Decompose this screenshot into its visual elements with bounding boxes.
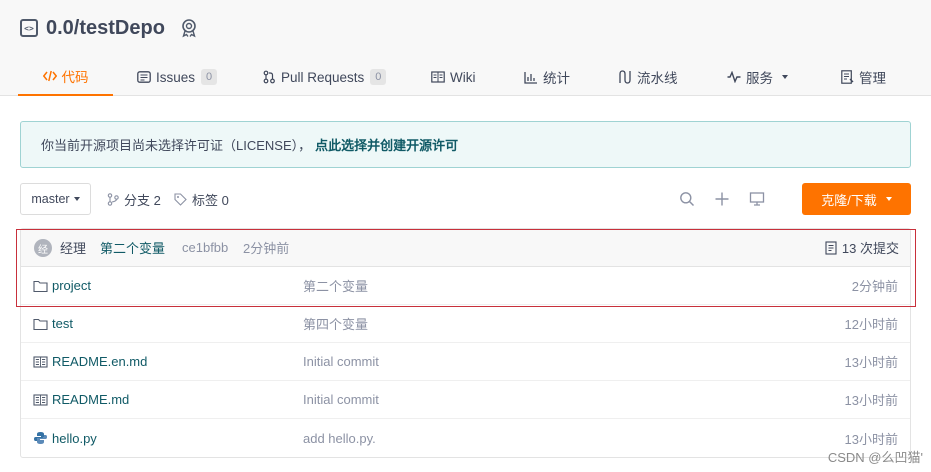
markdown-file-icon [33, 356, 48, 368]
folder-icon [33, 280, 48, 293]
wiki-icon [431, 70, 445, 84]
repo-title: <> 0.0/testDepo [20, 14, 199, 42]
file-time: 13小时前 [844, 355, 898, 370]
search-icon[interactable] [679, 191, 695, 207]
file-name[interactable]: project [52, 278, 91, 293]
create-license-link[interactable]: 点此选择并创建开源许可 [315, 135, 458, 154]
watermark: CSDN @么凹猫' [827, 450, 923, 465]
license-notice: 你当前开源项目尚未选择许可证（LICENSE）， 点此选择并创建开源许可 [20, 121, 911, 168]
repo-header: <> 0.0/testDepo 代码 Issues 0 Pull Request… [0, 0, 931, 96]
commits-icon [825, 240, 837, 255]
tab-wiki[interactable]: Wiki [431, 58, 476, 96]
tab-pull-requests[interactable]: Pull Requests 0 [262, 58, 387, 96]
avatar[interactable]: 经 [34, 239, 52, 257]
chevron-down-icon [782, 75, 788, 79]
tag-icon [174, 192, 187, 206]
pull-requests-count-badge: 0 [370, 69, 387, 85]
latest-commit-row: 经 经理 第二个变量 ce1bfbb 2分钟前 13 次提交 [21, 229, 910, 267]
file-time: 13小时前 [844, 431, 898, 447]
pipeline-icon [618, 70, 632, 84]
branches-link[interactable]: 分支 2 [107, 183, 161, 215]
tags-link[interactable]: 标签 0 [174, 183, 229, 215]
file-time: 2分钟前 [851, 279, 898, 294]
repo-toolbar: master 分支 2 标签 0 克隆/下载 [20, 183, 911, 215]
tab-code[interactable]: 代码 [18, 58, 113, 96]
python-file-icon [34, 432, 47, 444]
branch-select-value: master [31, 192, 70, 206]
recommend-badge-icon[interactable] [179, 18, 199, 38]
file-commit-message[interactable]: 第二个变量 [303, 276, 368, 295]
file-commit-message[interactable]: Initial commit [303, 392, 379, 407]
file-table: 经 经理 第二个变量 ce1bfbb 2分钟前 13 次提交 project 第… [20, 228, 911, 458]
file-row[interactable]: test 第四个变量 12小时前 [21, 305, 910, 343]
code-icon [42, 69, 57, 83]
repo-tabs: 代码 Issues 0 Pull Requests 0 Wiki 统计 流水线 … [18, 58, 913, 96]
stats-icon [524, 70, 538, 84]
commit-message-link[interactable]: 第二个变量 [100, 238, 165, 257]
license-notice-text: 你当前开源项目尚未选择许可证（LICENSE）， [41, 138, 312, 153]
file-row[interactable]: README.md Initial commit 13小时前 [21, 381, 910, 419]
file-row[interactable]: README.en.md Initial commit 13小时前 [21, 343, 910, 381]
file-row[interactable]: hello.py add hello.py. 13小时前 [21, 419, 910, 457]
file-time: 12小时前 [844, 317, 898, 332]
service-icon [727, 70, 741, 84]
commit-time: 2分钟前 [243, 241, 290, 256]
manage-icon [840, 70, 854, 84]
issues-count-badge: 0 [201, 69, 218, 85]
commit-sha[interactable]: ce1bfbb [182, 240, 228, 255]
clone-download-button[interactable]: 克隆/下载 [802, 183, 911, 215]
repo-name[interactable]: 0.0/testDepo [46, 17, 165, 40]
tab-pipeline[interactable]: 流水线 [618, 58, 678, 96]
tab-stats[interactable]: 统计 [524, 58, 570, 96]
branch-select[interactable]: master [20, 183, 91, 215]
repo-code-icon: <> [20, 19, 38, 37]
add-icon[interactable] [714, 191, 730, 207]
file-name[interactable]: test [52, 316, 73, 331]
chevron-down-icon [73, 197, 80, 201]
file-name[interactable]: hello.py [52, 431, 97, 446]
tab-services[interactable]: 服务 [727, 58, 788, 96]
pull-request-icon [262, 70, 276, 84]
file-time: 13小时前 [844, 393, 898, 408]
tab-issues[interactable]: Issues 0 [137, 58, 218, 96]
tab-manage[interactable]: 管理 [840, 58, 886, 96]
branch-icon [107, 192, 119, 206]
commit-author[interactable]: 经理 [60, 238, 86, 257]
markdown-file-icon [33, 394, 48, 406]
file-commit-message[interactable]: Initial commit [303, 354, 379, 369]
file-row[interactable]: project 第二个变量 2分钟前 [21, 267, 910, 305]
commit-count-link[interactable]: 13 次提交 [825, 238, 899, 257]
issues-icon [137, 70, 151, 84]
file-commit-message[interactable]: 第四个变量 [303, 314, 368, 333]
web-ide-icon[interactable] [749, 191, 765, 207]
chevron-down-icon [885, 197, 892, 201]
file-name[interactable]: README.md [52, 392, 129, 407]
file-name[interactable]: README.en.md [52, 354, 147, 369]
file-commit-message[interactable]: add hello.py. [303, 431, 376, 446]
folder-icon [33, 318, 48, 331]
